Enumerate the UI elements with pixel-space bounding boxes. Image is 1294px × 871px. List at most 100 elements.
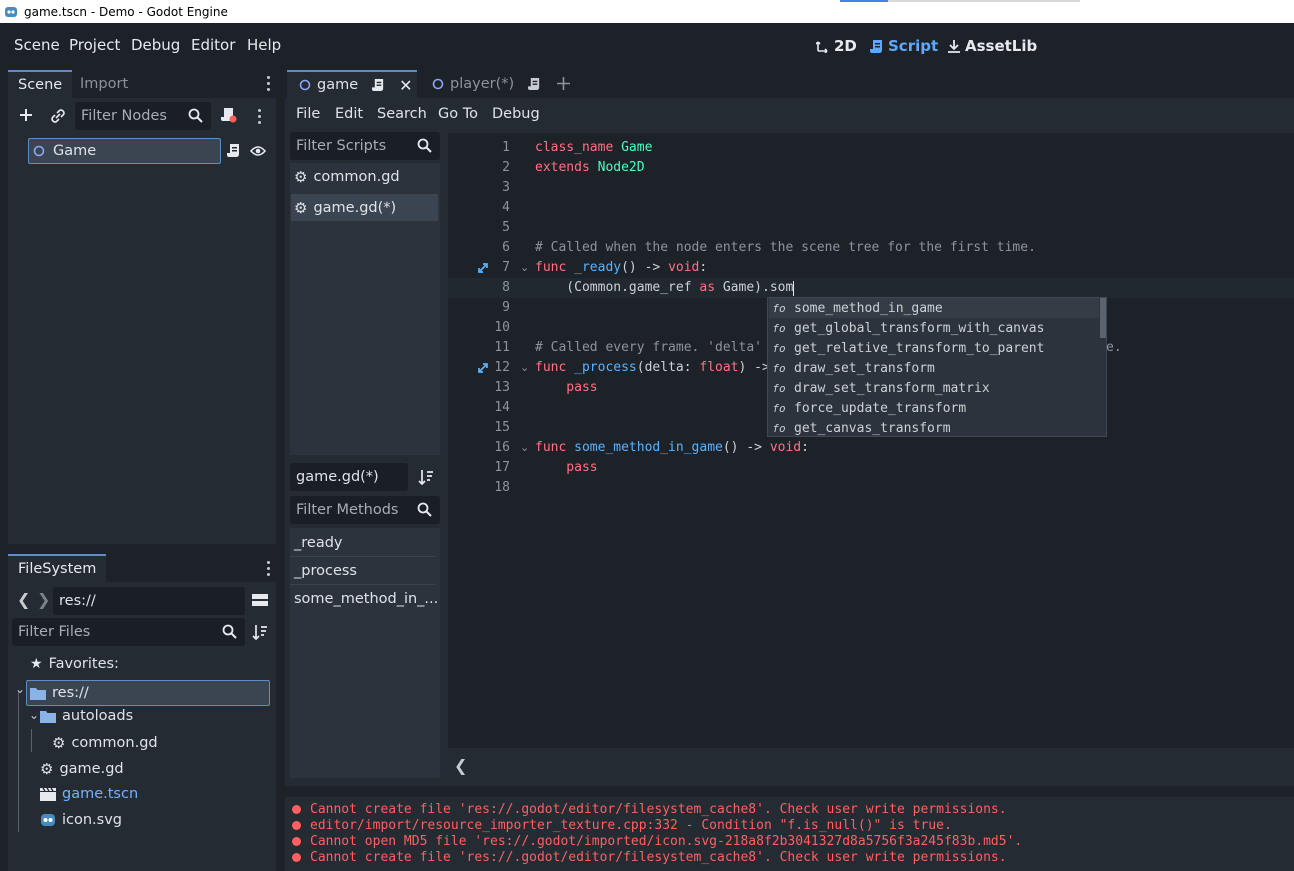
visibility-eye-icon[interactable] [250,144,266,158]
file-row-game-tscn[interactable]: game.tscn [40,786,138,802]
code-line-6: # Called when the node enters the scene … [535,240,1036,255]
autocomplete-item[interactable]: fo draw_set_transform [768,358,935,378]
file-row-icon-svg-label: icon.svg [62,812,123,828]
file-row-res[interactable]: res:// [26,680,270,706]
method-item-ready[interactable]: _ready [294,535,342,551]
token-text: (Common.game_ref [535,280,700,295]
function-icon: fo [772,401,786,415]
autocomplete-item[interactable]: fo some_method_in_game [768,298,943,318]
code-line-8: (Common.game_ref as Game).som [535,280,793,295]
filter-nodes-input[interactable]: Filter Nodes [75,102,211,130]
autocomplete-item[interactable]: fo get_canvas_transform [768,418,951,438]
menu-debug[interactable]: Debug [131,36,180,54]
chevron-down-icon[interactable]: ⌄ [29,708,39,722]
filter-methods-input[interactable]: Filter Methods [290,496,440,524]
close-icon[interactable]: ✕ [399,76,412,95]
file-row-autoloads-label: autoloads [62,708,134,724]
file-row-icon-svg[interactable]: icon.svg [40,812,122,828]
file-row-common-gd[interactable]: ⚙ common.gd [52,734,158,752]
scene-tree-options-icon[interactable] [258,109,262,127]
menu-editor[interactable]: Editor [191,36,235,54]
line-number: 3 [502,180,510,195]
add-tab-icon[interactable] [556,76,571,91]
error-text: editor/import/resource_importer_texture.… [310,818,952,833]
method-item-some-method[interactable]: some_method_in_... [294,591,438,607]
line-number: 11 [494,340,510,355]
fold-arrow-icon[interactable]: ⌄ [520,361,529,374]
scene-root-node[interactable]: Game [28,138,221,164]
autocomplete-item[interactable]: fo draw_set_transform_matrix [768,378,989,398]
function-icon: fo [772,381,786,395]
gear-icon: ⚙ [40,760,54,778]
divider [290,556,435,557]
tree-guide-line [31,729,32,752]
tab-scene[interactable]: Scene [8,70,73,98]
tab-scene-label: Scene [18,77,63,93]
menu-project[interactable]: Project [69,36,120,54]
nav-forward-icon[interactable]: ❯ [37,590,50,609]
error-dot-icon [292,837,301,846]
gear-icon: ⚙ [294,198,308,217]
path-input[interactable]: res:// [53,587,245,615]
workspace-assetlib-button[interactable]: AssetLib [947,37,1037,55]
autocomplete-item-label: some_method_in_game [794,300,943,316]
layout-toggle-icon[interactable] [252,593,268,607]
scene-root-node-label: Game [53,143,97,159]
file-row-autoloads[interactable]: autoloads [40,708,133,724]
autocomplete-item[interactable]: fo get_global_transform_with_canvas [768,318,1044,338]
tab-game[interactable]: game ✕ [287,70,417,98]
fold-arrow-icon[interactable]: ⌄ [520,441,529,454]
autocomplete-item-label: get_canvas_transform [794,420,951,436]
script-list-item-common[interactable]: ⚙ common.gd [294,168,400,186]
scene-dock-menu-icon[interactable] [267,76,271,94]
connected-signal-icon[interactable] [478,361,491,373]
autocomplete-item[interactable]: fo get_relative_transform_to_parent [768,338,1044,358]
connected-signal-icon[interactable] [478,261,491,273]
workspace-script-button[interactable]: Script [870,37,938,55]
add-node-icon[interactable] [19,108,33,122]
search-icon [222,624,237,639]
token-keyword: func [535,260,567,275]
sort-icon[interactable] [418,469,434,485]
download-icon [948,40,960,53]
node-script-icon[interactable] [227,143,241,158]
file-row-game-gd[interactable]: ⚙ game.gd [40,760,124,778]
script-menu-goto[interactable]: Go To [438,106,478,122]
favorites-row[interactable]: ★ Favorites: [30,656,119,672]
link-icon[interactable] [50,108,66,124]
attach-script-icon[interactable] [221,107,237,123]
tab-filesystem[interactable]: FileSystem [8,554,107,582]
filter-scripts-input[interactable]: Filter Scripts [290,132,440,160]
tab-import[interactable]: Import [70,70,138,98]
token-text: () -> [621,260,669,275]
autocomplete-item-label: force_update_transform [794,400,967,416]
godot-image-icon [41,814,55,826]
menu-help[interactable]: Help [247,36,281,54]
method-item-process[interactable]: _process [294,563,357,579]
function-icon: fo [772,321,786,335]
filter-files-input[interactable]: Filter Files [12,618,245,646]
autocomplete-item[interactable]: fo force_update_transform [768,398,966,418]
token-text: : [801,440,809,455]
tab-player-label: player(*) [450,76,515,92]
error-dot-icon [292,821,301,830]
script-menu-debug[interactable]: Debug [492,106,540,122]
path-value: res:// [59,593,96,609]
filesystem-menu-icon[interactable] [267,561,271,579]
script-list-item-game[interactable]: ⚙ game.gd(*) [291,194,438,221]
script-menu-file[interactable]: File [296,106,320,122]
tab-player[interactable]: player(*) [420,70,548,98]
menu-scene[interactable]: Scene [14,36,60,54]
script-menu-search[interactable]: Search [377,106,427,122]
token-text: (delta: [636,360,700,375]
fold-arrow-icon[interactable]: ⌄ [520,261,529,274]
chevron-down-icon[interactable]: ⌄ [15,682,25,696]
line-number: 10 [494,320,510,335]
sort-icon[interactable] [252,624,268,640]
toggle-scripts-panel-icon[interactable]: ❮ [454,756,467,775]
script-menu-edit[interactable]: Edit [335,106,363,122]
workspace-2d-button[interactable]: 2D [816,37,857,55]
autocomplete-scrollbar[interactable] [1100,298,1106,338]
gear-icon: ⚙ [294,168,308,186]
nav-back-icon[interactable]: ❮ [17,590,30,609]
